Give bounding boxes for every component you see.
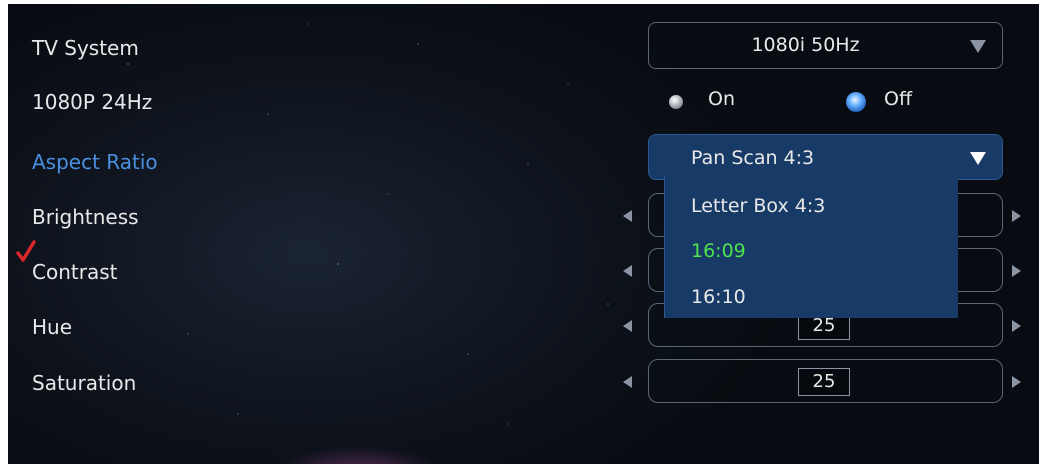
- aspect-ratio-value: Pan Scan 4:3: [691, 147, 815, 169]
- checkmark-icon: [16, 240, 36, 262]
- aspect-ratio-label: Aspect Ratio: [32, 150, 158, 174]
- arrow-right-icon[interactable]: [1012, 320, 1021, 332]
- p24-label: 1080P 24Hz: [32, 90, 153, 114]
- arrow-right-icon[interactable]: [1012, 376, 1021, 388]
- radio-on-label: On: [708, 88, 735, 110]
- saturation-value: 25: [798, 368, 850, 396]
- radio-on[interactable]: [669, 95, 683, 109]
- option-16-10[interactable]: 16:10: [691, 286, 746, 308]
- option-16-09[interactable]: 16:09: [691, 240, 746, 262]
- arrow-left-icon[interactable]: [623, 265, 632, 277]
- radio-off[interactable]: [846, 92, 866, 112]
- chevron-down-icon: [970, 152, 986, 165]
- contrast-label: Contrast: [32, 260, 118, 284]
- saturation-slider[interactable]: 25: [648, 359, 1003, 403]
- tv-system-value: 1080i 50Hz: [751, 34, 860, 56]
- arrow-left-icon[interactable]: [623, 376, 632, 388]
- arrow-left-icon[interactable]: [623, 210, 632, 222]
- chevron-down-icon: [970, 40, 986, 53]
- radio-off-label: Off: [884, 88, 913, 110]
- arrow-right-icon[interactable]: [1012, 210, 1021, 222]
- tv-system-select[interactable]: 1080i 50Hz: [648, 22, 1003, 69]
- tv-system-label: TV System: [32, 36, 139, 60]
- aspect-ratio-select[interactable]: Pan Scan 4:3: [648, 134, 1003, 180]
- settings-screen: TV System 1080i 50Hz 1080P 24Hz On Off A…: [8, 4, 1039, 464]
- aspect-ratio-dropdown: Letter Box 4:3 16:09 16:10: [664, 176, 958, 318]
- saturation-label: Saturation: [32, 371, 137, 395]
- arrow-left-icon[interactable]: [623, 320, 632, 332]
- arrow-right-icon[interactable]: [1012, 265, 1021, 277]
- brightness-label: Brightness: [32, 205, 139, 229]
- option-letter-box[interactable]: Letter Box 4:3: [691, 195, 825, 217]
- hue-label: Hue: [32, 315, 73, 339]
